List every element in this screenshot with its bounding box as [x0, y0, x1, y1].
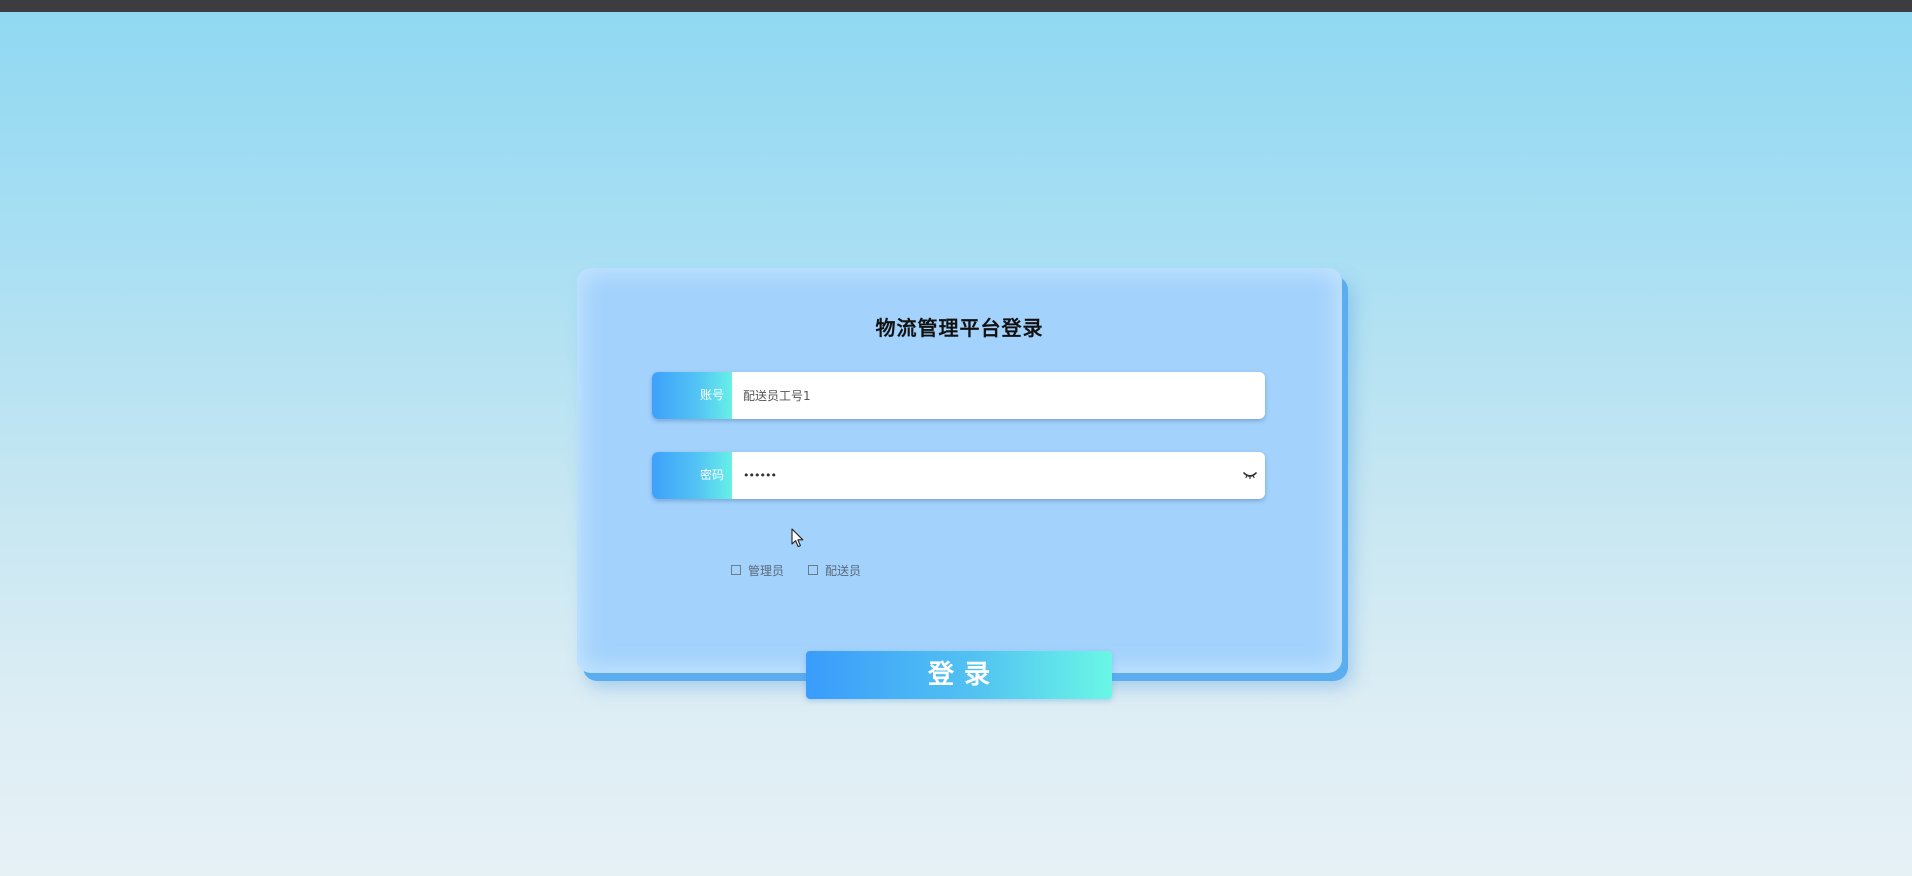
- login-card: 物流管理平台登录 账号 密码 管理员 配送员: [577, 268, 1342, 673]
- role-courier-label: 配送员: [825, 563, 862, 578]
- role-option-admin[interactable]: 管理员: [731, 562, 784, 579]
- page-title: 物流管理平台登录: [875, 316, 1044, 340]
- login-button[interactable]: 登录: [806, 651, 1112, 699]
- password-input[interactable]: [732, 452, 1252, 499]
- password-field: 密码: [652, 452, 1265, 499]
- account-field: 账号: [652, 372, 1265, 419]
- password-label: 密码: [652, 452, 732, 499]
- role-admin-label: 管理员: [748, 563, 785, 578]
- role-option-courier[interactable]: 配送员: [808, 562, 861, 579]
- account-label: 账号: [652, 372, 732, 419]
- role-admin-checkbox[interactable]: [731, 565, 741, 575]
- eye-closed-icon[interactable]: [1243, 470, 1257, 480]
- mouse-pointer-icon: [791, 528, 804, 548]
- window-top-bar: [0, 0, 1912, 12]
- role-courier-checkbox[interactable]: [808, 565, 819, 575]
- role-selector: 管理员 配送员: [731, 562, 885, 578]
- account-input[interactable]: [732, 372, 1252, 419]
